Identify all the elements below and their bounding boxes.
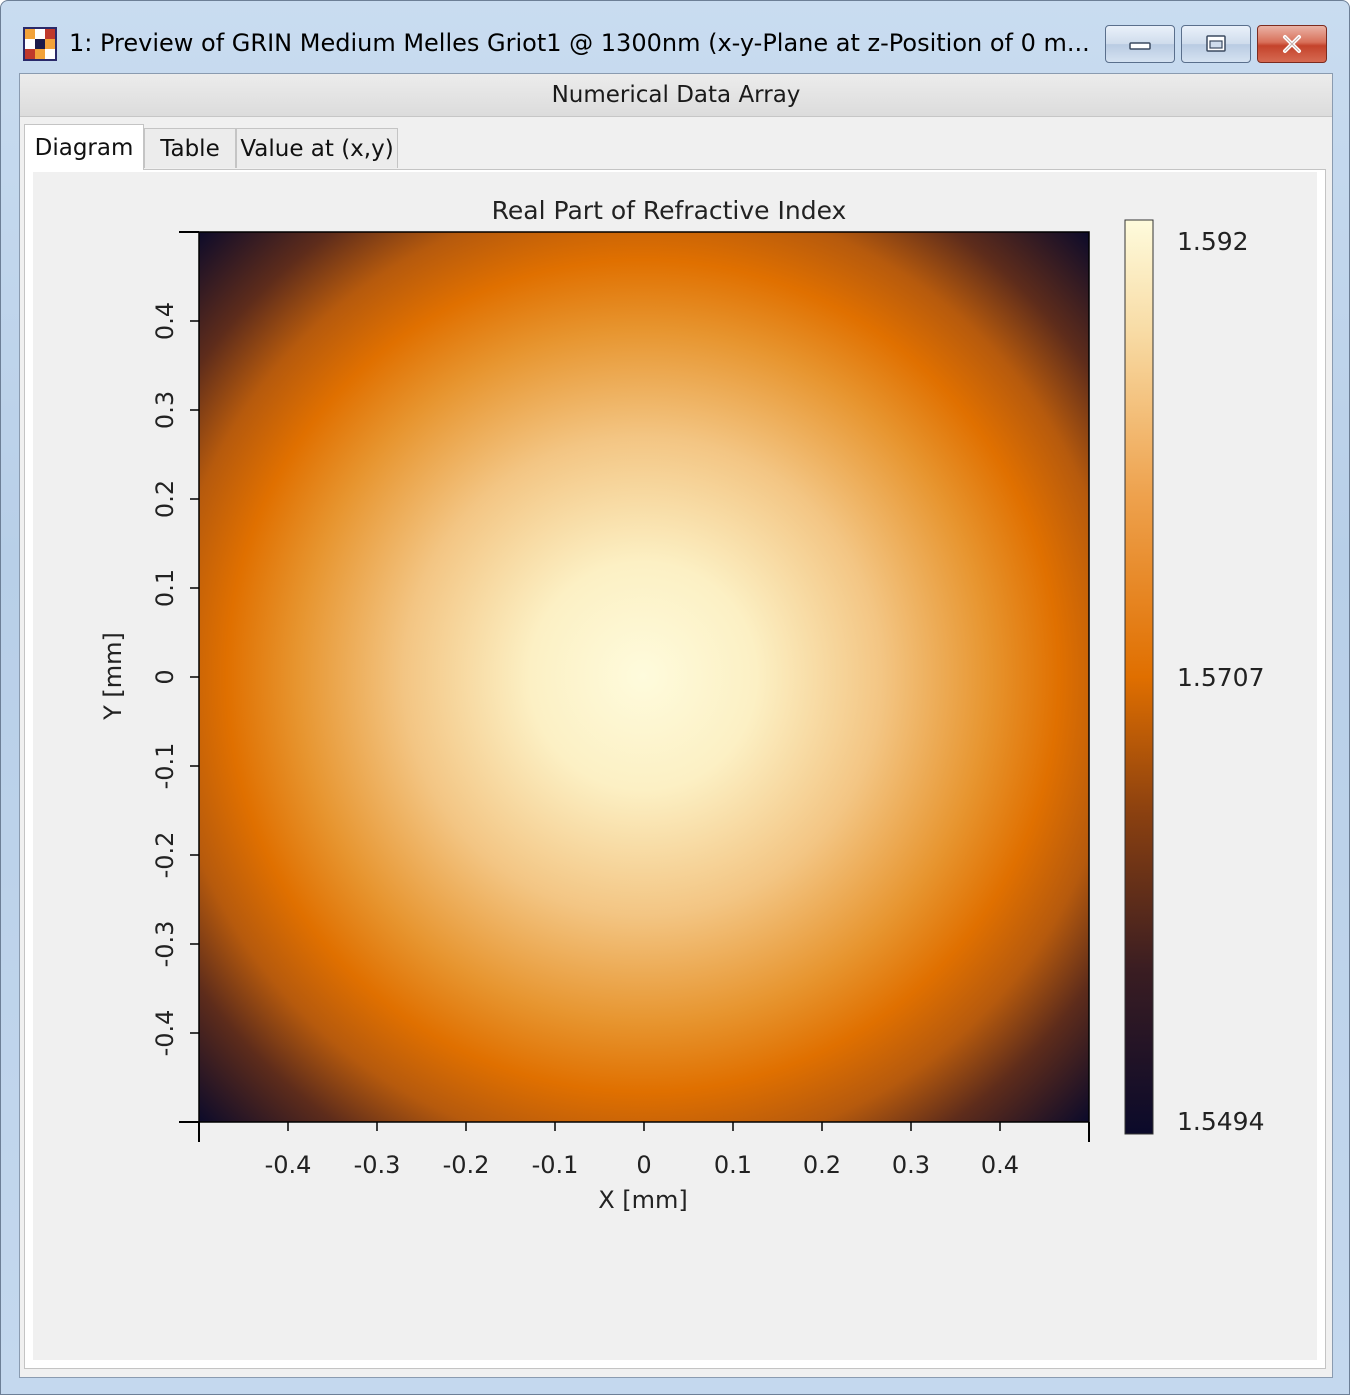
minimize-button[interactable] [1105,25,1175,63]
x-axis-label: X [mm] [598,1186,688,1214]
y-tick-label: 0.4 [151,302,179,340]
close-icon [1283,35,1301,53]
maximize-button[interactable] [1181,25,1251,63]
x-axis: -0.4 -0.3 -0.2 -0.1 0 0.1 0.2 0.3 0.4 [198,1122,1090,1179]
y-axis-label: Y [mm] [99,632,127,721]
x-tick-label: -0.2 [443,1151,490,1179]
y-axis: -0.4 -0.3 -0.2 -0.1 0 0.1 0.2 0.3 0.4 [151,231,199,1123]
x-tick-label: 0 [636,1151,651,1179]
heatmap-chart[interactable]: Real Part of Refractive Index -0.4 -0.3 -0… [33,172,1317,1360]
x-tick-label: -0.4 [265,1151,312,1179]
tab-table[interactable]: Table [144,128,236,168]
app-window: 1: Preview of GRIN Medium Melles Griot1 … [0,0,1350,1395]
panel-header-label: Numerical Data Array [551,82,801,108]
y-tick-label: 0 [151,669,179,684]
y-tick-label: 0.1 [151,569,179,607]
heatmap-field[interactable] [198,231,1090,1123]
x-tick-label: -0.3 [354,1151,401,1179]
maximize-icon [1206,35,1226,52]
colorbar-max-label: 1.592 [1177,227,1249,256]
colorbar [1124,219,1154,1135]
plot-area: Real Part of Refractive Index -0.4 -0.3 -0… [33,172,1317,1360]
window-title: 1: Preview of GRIN Medium Melles Griot1 … [69,29,1090,57]
x-tick-label: 0.1 [714,1151,752,1179]
colorbar-min-label: 1.5494 [1177,1107,1264,1136]
tab-diagram[interactable]: Diagram [24,124,144,170]
x-tick-label: 0.2 [803,1151,841,1179]
client-area: Numerical Data Array Diagram Table Value… [19,73,1333,1378]
x-tick-label: 0.4 [981,1151,1019,1179]
minimize-icon [1129,42,1151,50]
y-tick-label: -0.1 [151,743,179,790]
colorbar-mid-label: 1.5707 [1177,663,1264,692]
y-tick-label: -0.4 [151,1010,179,1057]
y-tick-label: -0.3 [151,921,179,968]
y-tick-label: -0.2 [151,832,179,879]
checkered-app-icon [23,27,57,61]
chart-title: Real Part of Refractive Index [492,196,847,225]
y-tick-label: 0.3 [151,391,179,429]
tab-value-at-xy[interactable]: Value at (x,y) [236,128,398,168]
x-tick-label: -0.1 [532,1151,579,1179]
panel-header: Numerical Data Array [20,74,1332,117]
y-tick-label: 0.2 [151,480,179,518]
close-button[interactable] [1257,25,1327,63]
tab-label: Value at (x,y) [240,135,394,162]
title-bar[interactable]: 1: Preview of GRIN Medium Melles Griot1 … [1,1,1349,73]
tab-label: Diagram [34,134,134,161]
diagram-panel: Real Part of Refractive Index -0.4 -0.3 -0… [24,169,1326,1369]
tab-label: Table [160,135,220,162]
x-tick-label: 0.3 [892,1151,930,1179]
